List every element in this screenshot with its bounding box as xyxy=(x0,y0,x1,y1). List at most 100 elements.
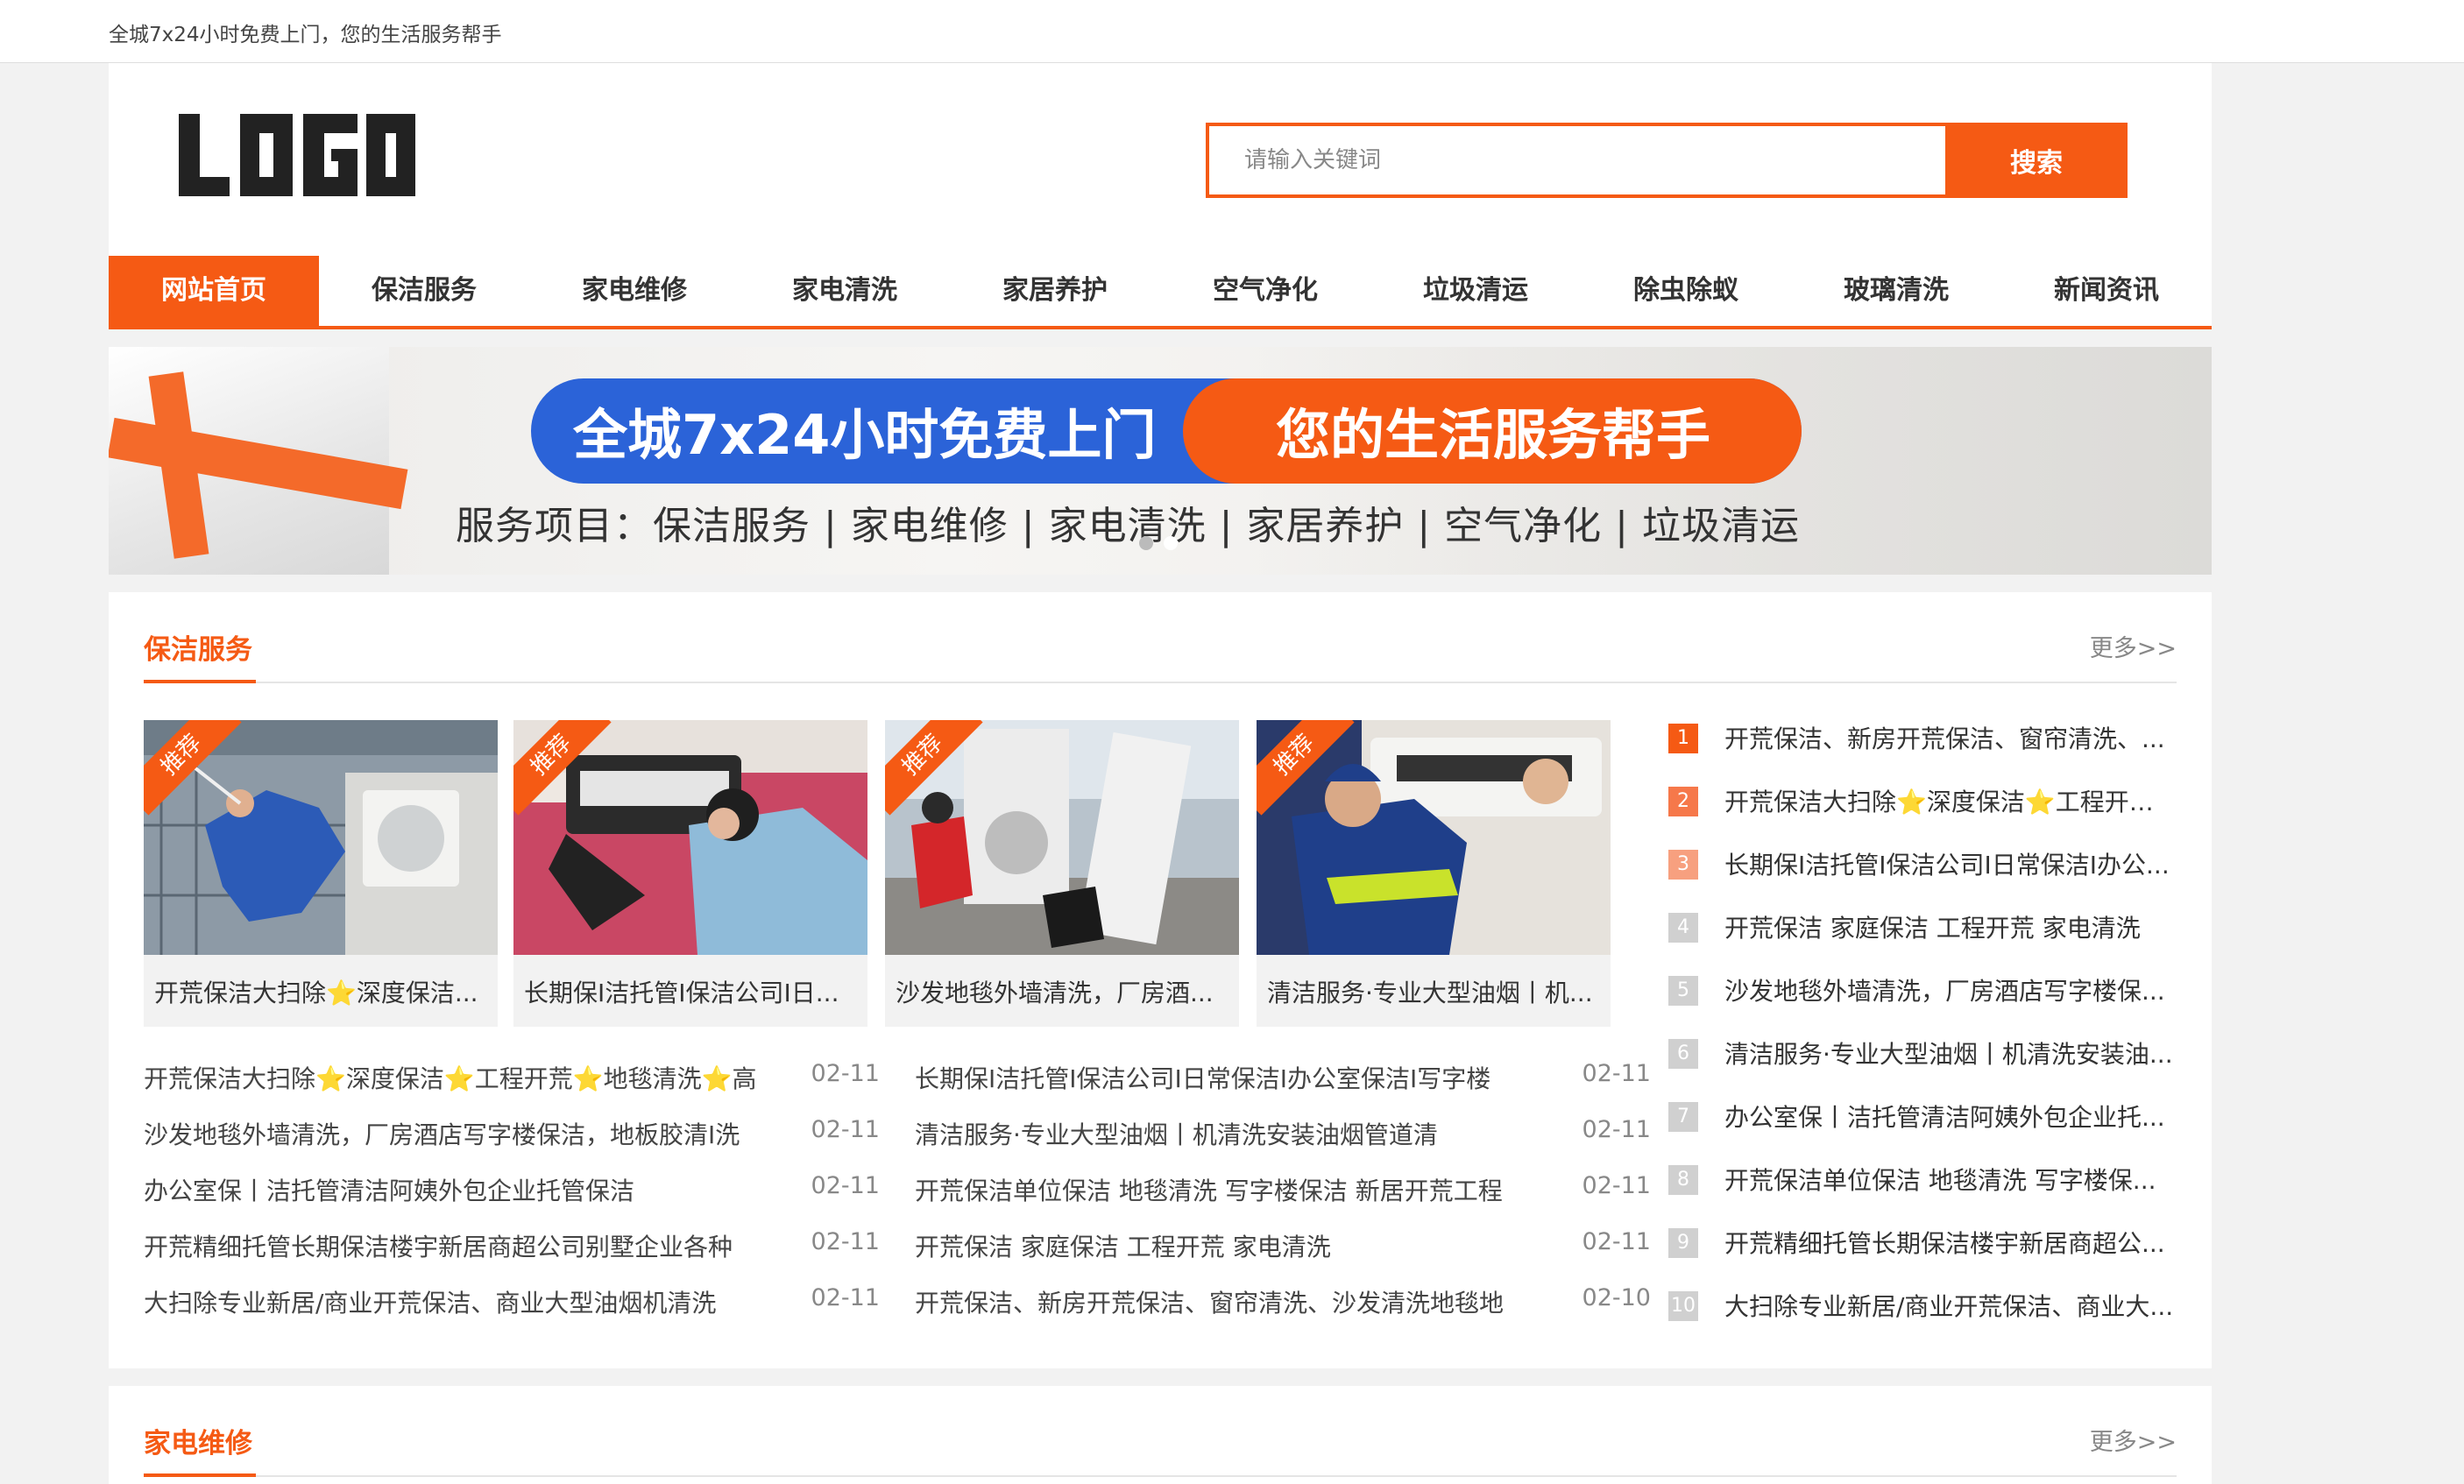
hero-banner[interactable]: 全城7x24小时免费上门 您的生活服务帮手 服务项目：保洁服务 | 家电维修 |… xyxy=(109,347,2212,575)
list-item-title[interactable]: 沙发地毯外墙清洗，厂房酒店写字楼保洁，地板胶清I洗 xyxy=(144,1116,757,1151)
banner-dot[interactable] xyxy=(1139,536,1153,550)
section-title[interactable]: 家电维修 xyxy=(144,1421,252,1460)
list-item-date: 02-11 xyxy=(1582,1116,1651,1143)
product-card[interactable]: 推荐 开荒保洁大扫除⭐深度保洁... xyxy=(144,720,498,1027)
ranking-item[interactable]: 3 长期保I洁托管I保洁公司I日常保洁I办公... xyxy=(1668,843,2177,906)
search-input[interactable] xyxy=(1209,126,1945,194)
news-list-right: 长期保I洁托管I保洁公司I日常保洁I办公室保洁I写字楼 02-11 清洁服务·专… xyxy=(915,1060,1651,1340)
ranking-item-title[interactable]: 开荒保洁单位保洁 地毯清洗 写字楼保... xyxy=(1724,1162,2177,1197)
list-item-title[interactable]: 开荒保洁大扫除⭐深度保洁⭐工程开荒⭐地毯清洗⭐高 xyxy=(144,1060,757,1095)
ranking-item-title[interactable]: 长期保I洁托管I保洁公司I日常保洁I办公... xyxy=(1724,846,2177,881)
ranking-item[interactable]: 1 开荒保洁、新房开荒保洁、窗帘清洗、... xyxy=(1668,717,2177,780)
card-photo: 推荐 xyxy=(513,720,867,955)
nav-item-home-care[interactable]: 家居养护 xyxy=(950,256,1160,326)
list-item[interactable]: 长期保I洁托管I保洁公司I日常保洁I办公室保洁I写字楼 02-11 xyxy=(915,1060,1651,1116)
list-item[interactable]: 开荒精细托管长期保洁楼宇新居商超公司别墅企业各种 02-11 xyxy=(144,1228,880,1284)
list-item-date: 02-11 xyxy=(1582,1172,1651,1199)
list-item[interactable]: 沙发地毯外墙清洗，厂房酒店写字楼保洁，地板胶清I洗 02-11 xyxy=(144,1116,880,1172)
product-card[interactable]: 推荐 沙发地毯外墙清洗，厂房酒... xyxy=(885,720,1239,1027)
rank-number: 2 xyxy=(1668,787,1698,816)
more-link[interactable]: 更多>> xyxy=(2090,1423,2177,1457)
list-item[interactable]: 开荒保洁大扫除⭐深度保洁⭐工程开荒⭐地毯清洗⭐高 02-11 xyxy=(144,1060,880,1116)
banner-dot-active[interactable] xyxy=(1164,536,1178,550)
section-title[interactable]: 保洁服务 xyxy=(144,627,252,667)
list-item-title[interactable]: 开荒保洁、新房开荒保洁、窗帘清洗、沙发清洗地毯地 xyxy=(915,1284,1528,1319)
card-caption[interactable]: 长期保I洁托管I保洁公司I日... xyxy=(524,974,857,1009)
section-cleaning: 保洁服务 更多>> 推荐 开荒保洁大扫除⭐深度保洁... 推荐 长期保I洁托管I… xyxy=(109,592,2212,1368)
banner-pagination xyxy=(1139,536,1178,550)
search-button[interactable]: 搜索 xyxy=(1945,123,2128,198)
list-item-title[interactable]: 大扫除专业新居/商业开荒保洁、商业大型油烟机清洗 xyxy=(144,1284,757,1319)
header: 搜索 xyxy=(109,63,2212,256)
ranking-item-title[interactable]: 开荒保洁 家庭保洁 工程开荒 家电清洗 xyxy=(1724,909,2177,944)
ranking-item-title[interactable]: 开荒保洁大扫除⭐深度保洁⭐工程开荒... xyxy=(1724,783,2177,818)
nav-item-air-purification[interactable]: 空气净化 xyxy=(1160,256,1370,326)
list-item-title[interactable]: 开荒保洁 家庭保洁 工程开荒 家电清洗 xyxy=(915,1228,1528,1263)
section-title-underline xyxy=(144,1473,256,1477)
nav-item-home[interactable]: 网站首页 xyxy=(109,256,319,326)
banner-headline-left: 全城7x24小时免费上门 xyxy=(573,403,1157,467)
list-item-title[interactable]: 开荒保洁单位保洁 地毯清洗 写字楼保洁 新居开荒工程 xyxy=(915,1172,1528,1207)
ranking-item[interactable]: 9 开荒精细托管长期保洁楼宇新居商超公... xyxy=(1668,1221,2177,1284)
section-divider xyxy=(144,1475,2177,1477)
card-caption[interactable]: 开荒保洁大扫除⭐深度保洁... xyxy=(154,974,487,1009)
rank-number: 6 xyxy=(1668,1039,1698,1069)
rank-number: 9 xyxy=(1668,1228,1698,1258)
ranking-item[interactable]: 8 开荒保洁单位保洁 地毯清洗 写字楼保... xyxy=(1668,1158,2177,1221)
ranking-item-title[interactable]: 开荒精细托管长期保洁楼宇新居商超公... xyxy=(1724,1225,2177,1260)
ranking-item[interactable]: 10 大扫除专业新居/商业开荒保洁、商业大... xyxy=(1668,1284,2177,1347)
nav-item-glass-cleaning[interactable]: 玻璃清洗 xyxy=(1791,256,2001,326)
card-photo: 推荐 xyxy=(885,720,1239,955)
nav-item-cleaning[interactable]: 保洁服务 xyxy=(319,256,529,326)
rank-number: 8 xyxy=(1668,1165,1698,1195)
nav-item-appliance-cleaning[interactable]: 家电清洗 xyxy=(740,256,950,326)
site-logo[interactable] xyxy=(179,107,415,203)
list-item[interactable]: 开荒保洁 家庭保洁 工程开荒 家电清洗 02-11 xyxy=(915,1228,1651,1284)
banner-subline: 服务项目：保洁服务 | 家电维修 | 家电清洗 | 家居养护 | 空气净化 | … xyxy=(456,504,1800,548)
list-item[interactable]: 开荒保洁、新房开荒保洁、窗帘清洗、沙发清洗地毯地 02-10 xyxy=(915,1284,1651,1340)
product-card[interactable]: 推荐 长期保I洁托管I保洁公司I日... xyxy=(513,720,867,1027)
list-item-title[interactable]: 长期保I洁托管I保洁公司I日常保洁I办公室保洁I写字楼 xyxy=(915,1060,1528,1095)
ranking-item[interactable]: 4 开荒保洁 家庭保洁 工程开荒 家电清洗 xyxy=(1668,906,2177,969)
ranking-item[interactable]: 7 办公室保丨洁托管清洁阿姨外包企业托... xyxy=(1668,1095,2177,1158)
list-item-date: 02-11 xyxy=(811,1116,880,1143)
ranking-item-title[interactable]: 大扫除专业新居/商业开荒保洁、商业大... xyxy=(1724,1288,2177,1323)
main-nav: 网站首页 保洁服务 家电维修 家电清洗 家居养护 空气净化 垃圾清运 除虫除蚁 … xyxy=(109,256,2212,329)
product-card[interactable]: 推荐 清洁服务·专业大型油烟丨机... xyxy=(1257,720,1611,1027)
ranking-item-title[interactable]: 开荒保洁、新房开荒保洁、窗帘清洗、... xyxy=(1724,720,2177,755)
list-item-date: 02-11 xyxy=(811,1228,880,1255)
list-item[interactable]: 大扫除专业新居/商业开荒保洁、商业大型油烟机清洗 02-11 xyxy=(144,1284,880,1340)
ranking-item-title[interactable]: 办公室保丨洁托管清洁阿姨外包企业托... xyxy=(1724,1099,2177,1134)
nav-item-appliance-repair[interactable]: 家电维修 xyxy=(529,256,740,326)
section-title-underline xyxy=(144,680,256,683)
top-bar: 全城7x24小时免费上门，您的生活服务帮手 xyxy=(0,0,2464,63)
list-item-title[interactable]: 清洁服务·专业大型油烟丨机清洗安装油烟管道清 xyxy=(915,1116,1528,1151)
list-item[interactable]: 开荒保洁单位保洁 地毯清洗 写字楼保洁 新居开荒工程 02-11 xyxy=(915,1172,1651,1228)
list-item-date: 02-11 xyxy=(1582,1228,1651,1255)
ranking-item[interactable]: 5 沙发地毯外墙清洗，厂房酒店写字楼保... xyxy=(1668,969,2177,1032)
search-box: 搜索 xyxy=(1206,123,2128,198)
ranking-item-title[interactable]: 沙发地毯外墙清洗，厂房酒店写字楼保... xyxy=(1724,972,2177,1007)
banner-headline-right: 您的生活服务帮手 xyxy=(1276,403,1711,467)
list-item-date: 02-11 xyxy=(1582,1060,1651,1087)
list-item-date: 02-10 xyxy=(1582,1284,1651,1311)
list-item[interactable]: 办公室保丨洁托管清洁阿姨外包企业托管保洁 02-11 xyxy=(144,1172,880,1228)
ranking-item[interactable]: 6 清洁服务·专业大型油烟丨机清洗安装油... xyxy=(1668,1032,2177,1095)
nav-item-pest-control[interactable]: 除虫除蚁 xyxy=(1581,256,1791,326)
card-caption[interactable]: 沙发地毯外墙清洗，厂房酒... xyxy=(896,974,1228,1009)
card-caption[interactable]: 清洁服务·专业大型油烟丨机... xyxy=(1267,974,1600,1009)
news-list-left: 开荒保洁大扫除⭐深度保洁⭐工程开荒⭐地毯清洗⭐高 02-11 沙发地毯外墙清洗，… xyxy=(144,1060,880,1340)
nav-item-garbage-removal[interactable]: 垃圾清运 xyxy=(1370,256,1581,326)
list-item-title[interactable]: 办公室保丨洁托管清洁阿姨外包企业托管保洁 xyxy=(144,1172,757,1207)
nav-item-news[interactable]: 新闻资讯 xyxy=(2001,256,2212,326)
rank-number: 7 xyxy=(1668,1102,1698,1132)
list-item-title[interactable]: 开荒精细托管长期保洁楼宇新居商超公司别墅企业各种 xyxy=(144,1228,757,1263)
rank-number: 10 xyxy=(1668,1291,1698,1321)
section-divider xyxy=(144,682,2177,683)
ranking-item-title[interactable]: 清洁服务·专业大型油烟丨机清洗安装油... xyxy=(1724,1035,2177,1071)
list-item-date: 02-11 xyxy=(811,1060,880,1087)
list-item-date: 02-11 xyxy=(811,1172,880,1199)
more-link[interactable]: 更多>> xyxy=(2090,629,2177,663)
ranking-item[interactable]: 2 开荒保洁大扫除⭐深度保洁⭐工程开荒... xyxy=(1668,780,2177,843)
list-item[interactable]: 清洁服务·专业大型油烟丨机清洗安装油烟管道清 02-11 xyxy=(915,1116,1651,1172)
